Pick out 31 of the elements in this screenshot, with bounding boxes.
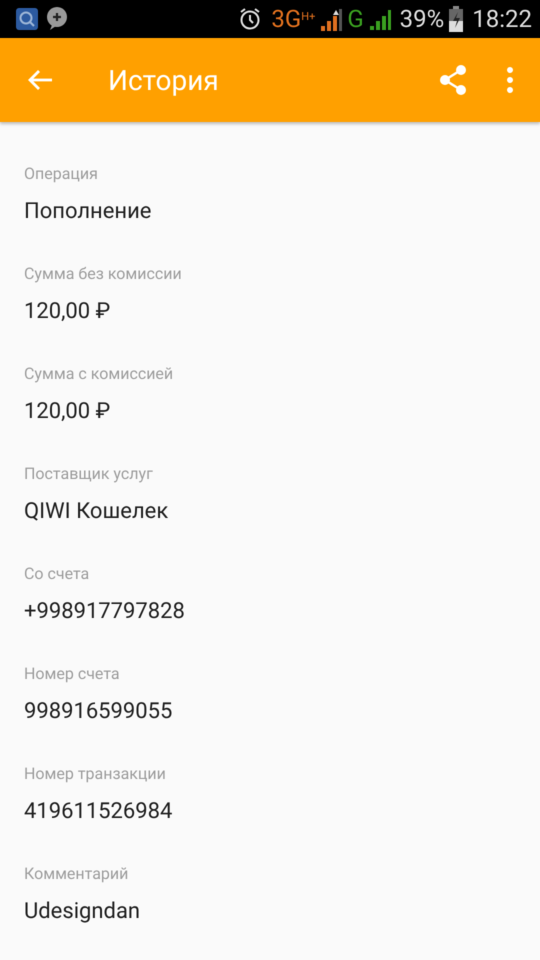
field-value: Пополнение [24,198,152,226]
field-value: 120,00 ₽ [24,298,112,326]
field-value: 998916599055 [24,698,174,726]
field-value: 419611526984 [24,798,174,826]
field-label: Со счета [24,563,90,585]
field-label: Комментарий [24,863,130,885]
field-label: Номер транзакции [24,763,167,785]
clock: 18:22 [472,6,532,32]
field-value: +998917797828 [24,598,186,626]
signal-icon [320,7,342,31]
signal-icon [368,8,391,30]
back-arrow-icon [28,69,54,91]
field-label: Номер счета [24,663,121,685]
share-icon [438,64,468,96]
screen-title: История [108,64,220,96]
more-vertical-icon [506,66,514,94]
network-type: G [347,6,364,32]
battery-level: 39% [400,6,444,32]
field-label: Сумма с комиссией [24,363,174,385]
field-label: Поставщик услуг [24,463,154,485]
network-label: H+ [301,10,316,23]
network-type: 3G [271,6,302,32]
field-value: Udesigndan [24,898,142,926]
alarm-icon [238,7,262,31]
field-label: Сумма без комиссии [24,263,183,285]
search-app-icon [16,8,38,30]
battery-charging-icon [449,6,464,32]
chat-plus-icon [46,7,68,31]
field-label: Операция [24,163,99,185]
field-value: 120,00 ₽ [24,398,112,426]
field-value: QIWI Кошелек [24,498,170,526]
